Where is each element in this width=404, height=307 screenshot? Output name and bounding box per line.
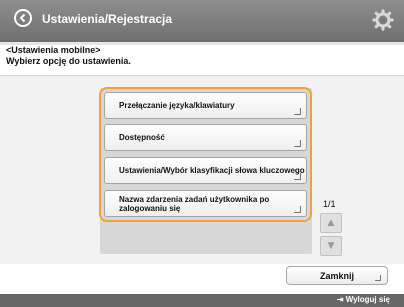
logout-button[interactable]: ⇥ Wyloguj się — [337, 295, 390, 304]
list-item-user-event-name[interactable]: Nazwa zdarzenia zadań użytkownika po zal… — [104, 190, 307, 217]
scroll-down-button[interactable]: ▼ — [320, 236, 342, 256]
list-item-label: Dostępność — [119, 133, 165, 142]
footer-bar: ⇥ Wyloguj się — [0, 294, 404, 307]
info-text: <Ustawienia mobilne> Wybierz opcję do us… — [6, 45, 131, 67]
chevron-icon — [375, 275, 381, 281]
logout-icon: ⇥ — [336, 295, 344, 304]
info-line-2: Wybierz opcję do ustawienia. — [6, 56, 131, 66]
chevron-icon — [294, 108, 301, 115]
title-bar: Ustawienia/Rejestracja — [0, 0, 404, 42]
list-item-keyword-settings[interactable]: Ustawienia/Wybór klasyfikacji słowa kluc… — [104, 157, 307, 184]
chevron-icon — [294, 140, 301, 147]
gear-icon[interactable] — [372, 9, 394, 31]
back-icon[interactable] — [14, 9, 32, 27]
page-indicator: 1/1 — [323, 199, 336, 209]
page-title: Ustawienia/Rejestracja — [42, 12, 173, 26]
list-item-accessibility[interactable]: Dostępność — [104, 124, 307, 151]
list-item-language-keyboard[interactable]: Przełączanie języka/klawiatury — [104, 92, 307, 119]
list-item-label: Nazwa zdarzenia zadań użytkownika po zal… — [119, 194, 270, 213]
list-item-label: Przełączanie języka/klawiatury — [119, 101, 235, 110]
arrow-up-icon: ▲ — [327, 217, 335, 228]
chevron-icon — [294, 206, 301, 213]
arrow-down-icon: ▼ — [327, 240, 335, 251]
close-button[interactable]: Zamknij — [286, 266, 388, 285]
chevron-icon — [294, 173, 301, 180]
scroll-up-button[interactable]: ▲ — [320, 213, 342, 233]
list-item-label: Ustawienia/Wybór klasyfikacji słowa kluc… — [119, 166, 305, 175]
logout-label: Wyloguj się — [345, 295, 390, 304]
close-button-label: Zamknij — [319, 270, 354, 281]
info-line-1: <Ustawienia mobilne> — [6, 45, 101, 55]
